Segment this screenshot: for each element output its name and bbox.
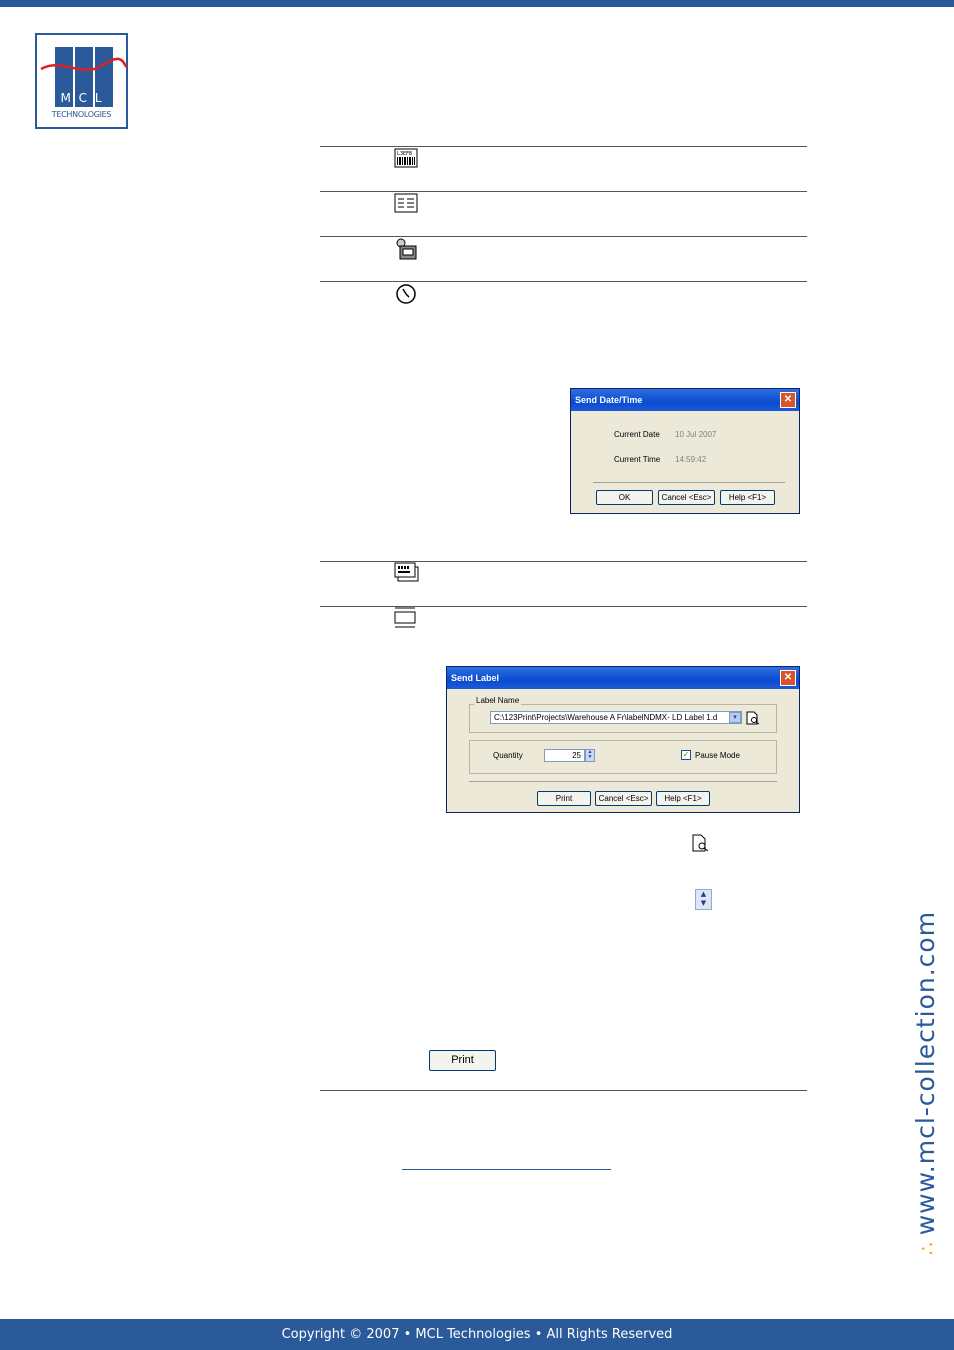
ok-button[interactable]: OK [596, 490, 653, 505]
section-divider [320, 146, 807, 147]
dialog-separator [593, 482, 785, 483]
browse-icon[interactable] [745, 711, 761, 725]
cancel-button[interactable]: Cancel <Esc> [595, 791, 652, 806]
quantity-input[interactable]: 25 [544, 749, 585, 762]
help-button[interactable]: Help <F1> [656, 791, 710, 806]
current-time-label: Current Time [614, 455, 661, 464]
dialog-separator [469, 781, 777, 782]
footer-copyright: Copyright © 2007 • MCL Technologies • Al… [281, 1327, 673, 1342]
section-divider [320, 191, 807, 192]
sidebar-url-text: www.mcl-collection.com [911, 910, 940, 1236]
pause-mode-checkbox[interactable]: ✓ [681, 750, 691, 760]
quantity-label: Quantity [493, 751, 523, 760]
print-button-sample: Print [429, 1050, 496, 1071]
label-stack-icon [394, 562, 419, 582]
label-path-value: C:\123Print\Projects\Warehouse A Fr\labe… [494, 713, 718, 722]
label-path-field[interactable]: C:\123Print\Projects\Warehouse A Fr\labe… [490, 711, 742, 724]
barcode-label-icon: L3EFB [394, 148, 418, 168]
label-name-group-label: Label Name [474, 696, 522, 705]
dialog-title: Send Label [451, 673, 500, 683]
close-button[interactable]: ✕ [780, 670, 796, 686]
top-bar [0, 0, 954, 7]
svg-text:L3EFB: L3EFB [397, 151, 412, 157]
browse-icon [692, 834, 709, 852]
section-divider [320, 281, 807, 282]
spinner-icon: ▲ ▼ [695, 889, 712, 910]
dialog-titlebar: Send Label ✕ [447, 667, 799, 689]
label-frame-icon [394, 607, 416, 628]
list-icon [394, 193, 418, 213]
cancel-button[interactable]: Cancel <Esc> [658, 490, 715, 505]
mcl-logo: M C L TECHNOLOGIES [35, 33, 128, 129]
hyperlink-underline[interactable] [402, 1169, 611, 1170]
current-date-value: 10 Jul 2007 [675, 430, 717, 439]
dialog-title: Send Date/Time [575, 395, 643, 405]
close-button[interactable]: ✕ [780, 392, 796, 408]
clock-icon [396, 284, 416, 304]
pause-mode-label: Pause Mode [695, 751, 740, 760]
sidebar-dots-icon: ∴ [915, 1241, 939, 1255]
config-icon [396, 238, 417, 260]
help-button[interactable]: Help <F1> [720, 490, 775, 505]
quantity-stepper[interactable]: ▲ ▼ [585, 749, 595, 762]
current-date-label: Current Date [614, 430, 660, 439]
send-label-dialog: Send Label ✕ Label Name C:\123Print\Proj… [446, 666, 800, 813]
logo-subtitle: TECHNOLOGIES [51, 110, 112, 119]
sidebar-url: ∴ www.mcl-collection.com [906, 875, 946, 1255]
chevron-down-icon[interactable]: ▾ [729, 712, 741, 723]
logo-letters: M C L [60, 91, 104, 105]
dialog-titlebar: Send Date/Time ✕ [571, 389, 799, 411]
current-time-value: 14:59:42 [675, 455, 707, 464]
print-button[interactable]: Print [537, 791, 591, 806]
footer: Copyright © 2007 • MCL Technologies • Al… [0, 1319, 954, 1350]
send-datetime-dialog: Send Date/Time ✕ Current Date 10 Jul 200… [570, 388, 800, 514]
quantity-value: 25 [572, 751, 581, 760]
section-divider [320, 1090, 807, 1091]
